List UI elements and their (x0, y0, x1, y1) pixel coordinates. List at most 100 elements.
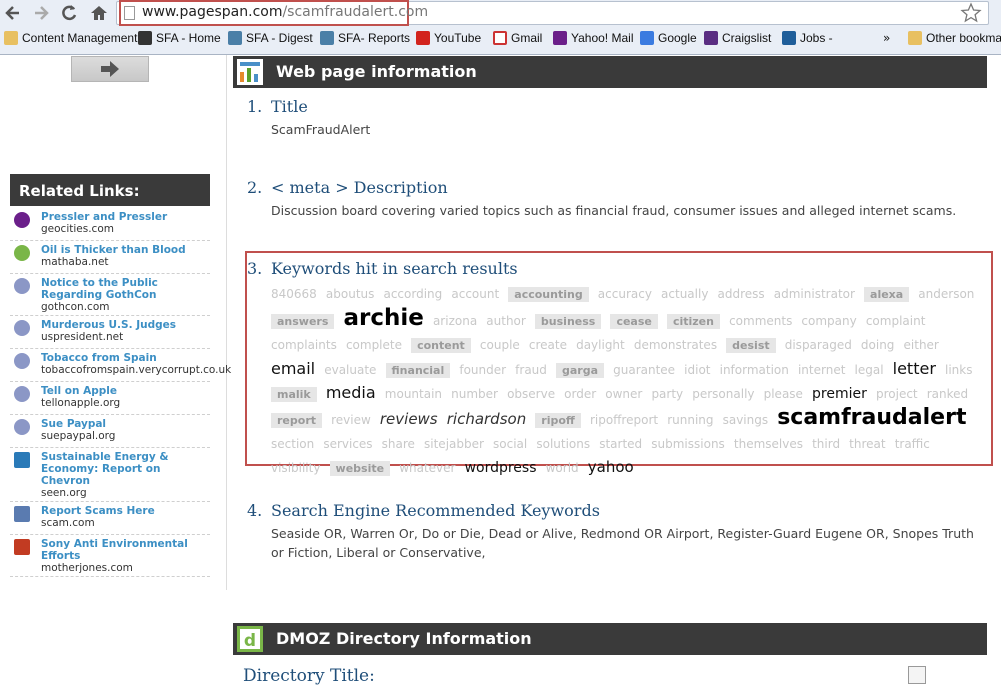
keyword-tag[interactable]: business (534, 313, 602, 329)
keyword-tag[interactable]: running (667, 413, 713, 427)
keyword-tag[interactable]: accuracy (598, 287, 652, 301)
related-link-item[interactable]: Pressler and Pressler geocities.com (10, 208, 210, 241)
keyword-tag[interactable]: richardson (447, 410, 526, 428)
keyword-tag[interactable]: complaints (271, 338, 337, 352)
keyword-tag[interactable]: links (945, 363, 972, 377)
related-link-item[interactable]: Sustainable Energy & Economy: Report on … (10, 448, 210, 502)
bookmark-star-icon[interactable] (960, 2, 982, 24)
keyword-tag[interactable]: ripoffreport (590, 413, 658, 427)
related-link-item[interactable]: Report Scams Here scam.com (10, 502, 210, 535)
keyword-tag[interactable]: founder (459, 363, 506, 377)
keyword-tag[interactable]: evaluate (324, 363, 376, 377)
keyword-tag[interactable]: citizen (666, 313, 720, 329)
keyword-tag[interactable]: garga (556, 362, 605, 378)
keyword-tag[interactable]: archie (344, 305, 424, 331)
keyword-tag[interactable]: comments (729, 314, 792, 328)
keyword-tag[interactable]: mountain (385, 387, 442, 401)
bookmarks-overflow-button[interactable]: » (883, 31, 890, 45)
keyword-tag[interactable]: financial (385, 362, 451, 378)
related-link-title[interactable]: Tell on Apple (41, 385, 210, 397)
keyword-tag[interactable]: address (718, 287, 765, 301)
keyword-tag[interactable]: third (812, 437, 840, 451)
bookmark-item[interactable]: Craigslist (704, 31, 771, 45)
bookmark-item[interactable]: Jobs - (782, 31, 833, 45)
keyword-tag[interactable]: content (411, 338, 471, 353)
keyword-tag[interactable]: ranked (927, 387, 968, 401)
related-link-title[interactable]: Sony Anti Environmental Efforts (41, 538, 210, 562)
keyword-tag[interactable]: share (382, 437, 415, 451)
keyword-tag[interactable]: information (720, 363, 789, 377)
keyword-tag[interactable]: section (271, 437, 314, 451)
keyword-tag[interactable]: wordpress (465, 460, 537, 476)
bookmark-item[interactable]: Content Management (4, 31, 137, 45)
keyword-tag[interactable]: project (876, 387, 918, 401)
keyword-tag[interactable]: administrator (774, 287, 855, 301)
related-link-title[interactable]: Murderous U.S. Judges (41, 319, 210, 331)
keyword-tag[interactable]: anderson (918, 287, 974, 301)
keyword-tag[interactable]: review (331, 413, 371, 427)
related-link-item[interactable]: Tell on Apple tellonapple.org (10, 382, 210, 415)
keyword-tag[interactable]: legal (855, 363, 884, 377)
keyword-tag[interactable]: threat (849, 437, 885, 451)
keyword-tag[interactable]: arizona (433, 314, 477, 328)
related-link-title[interactable]: Notice to the Public Regarding GothCon (41, 277, 210, 301)
keyword-tag[interactable]: reviews (380, 410, 438, 428)
keyword-tag[interactable]: malik (271, 387, 317, 402)
keyword-tag[interactable]: guarantee (613, 363, 675, 377)
keyword-tag[interactable]: doing (861, 338, 895, 352)
keyword-tag[interactable]: order (564, 387, 596, 401)
related-link-title[interactable]: Sustainable Energy & Economy: Report on … (41, 451, 210, 487)
keyword-tag[interactable]: report (271, 412, 322, 428)
keyword-tag[interactable]: letter (893, 359, 936, 378)
keyword-tag[interactable]: internet (798, 363, 845, 377)
keyword-tag[interactable]: services (323, 437, 372, 451)
keyword-tag[interactable]: whatever (399, 461, 455, 475)
url-text[interactable]: www.pagespan.com/scamfraudalert.com (142, 4, 428, 20)
keyword-tag[interactable]: themselves (734, 437, 803, 451)
keyword-tag[interactable]: author (486, 314, 526, 328)
keyword-tag[interactable]: desist (726, 338, 776, 353)
keyword-tag[interactable]: complete (346, 338, 402, 352)
keyword-tag[interactable]: number (451, 387, 498, 401)
related-link-item[interactable]: Sony Anti Environmental Efforts motherjon… (10, 535, 210, 577)
bookmark-item[interactable]: SFA- Reports (320, 31, 410, 45)
related-link-item[interactable]: Notice to the Public Regarding GothCon go… (10, 274, 210, 316)
bookmark-item[interactable]: YouTube (416, 31, 481, 45)
keyword-tag[interactable]: aboutus (326, 287, 374, 301)
reload-button[interactable] (58, 2, 80, 24)
keyword-tag[interactable]: owner (605, 387, 642, 401)
keyword-tag[interactable]: visibility (271, 461, 320, 475)
keyword-tag[interactable]: party (651, 387, 683, 401)
keyword-tag[interactable]: demonstrates (634, 338, 717, 352)
keyword-tag[interactable]: account (451, 287, 499, 301)
keyword-tag[interactable]: disparaged (785, 338, 852, 352)
keyword-tag[interactable]: alexa (864, 287, 910, 302)
bookmark-item[interactable]: Yahoo! Mail (553, 31, 633, 45)
keyword-tag[interactable]: according (383, 287, 442, 301)
keyword-tag[interactable]: yahoo (588, 458, 634, 476)
keyword-tag[interactable]: company (801, 314, 856, 328)
bookmark-item[interactable]: SFA - Digest (228, 31, 313, 45)
keyword-tag[interactable]: ripoff (535, 412, 581, 428)
keyword-tag[interactable]: submissions (651, 437, 725, 451)
keyword-tag[interactable]: observe (507, 387, 555, 401)
related-link-title[interactable]: Report Scams Here (41, 505, 210, 517)
back-button[interactable] (2, 2, 24, 24)
keyword-tag[interactable]: website (329, 460, 391, 476)
bookmark-item[interactable]: Gmail (493, 31, 542, 45)
keyword-tag[interactable]: world (546, 461, 579, 475)
keyword-tag[interactable]: media (326, 383, 376, 402)
keyword-tag[interactable]: solutions (536, 437, 590, 451)
bookmark-item[interactable]: SFA - Home (138, 31, 221, 45)
related-link-title[interactable]: Tobacco from Spain (41, 352, 210, 364)
keyword-tag[interactable]: idiot (684, 363, 710, 377)
keyword-tag[interactable]: couple (480, 338, 520, 352)
keyword-tag[interactable]: email (271, 359, 315, 378)
forward-button[interactable] (30, 2, 52, 24)
keyword-tag[interactable]: traffic (895, 437, 930, 451)
related-link-item[interactable]: Tobacco from Spain tobaccofromspain.veryc… (10, 349, 231, 382)
keyword-tag[interactable]: complaint (866, 314, 926, 328)
keyword-tag[interactable]: savings (723, 413, 769, 427)
other-bookmarks-item[interactable]: Other bookmarks (908, 31, 1001, 45)
keyword-tag[interactable]: please (764, 387, 803, 401)
